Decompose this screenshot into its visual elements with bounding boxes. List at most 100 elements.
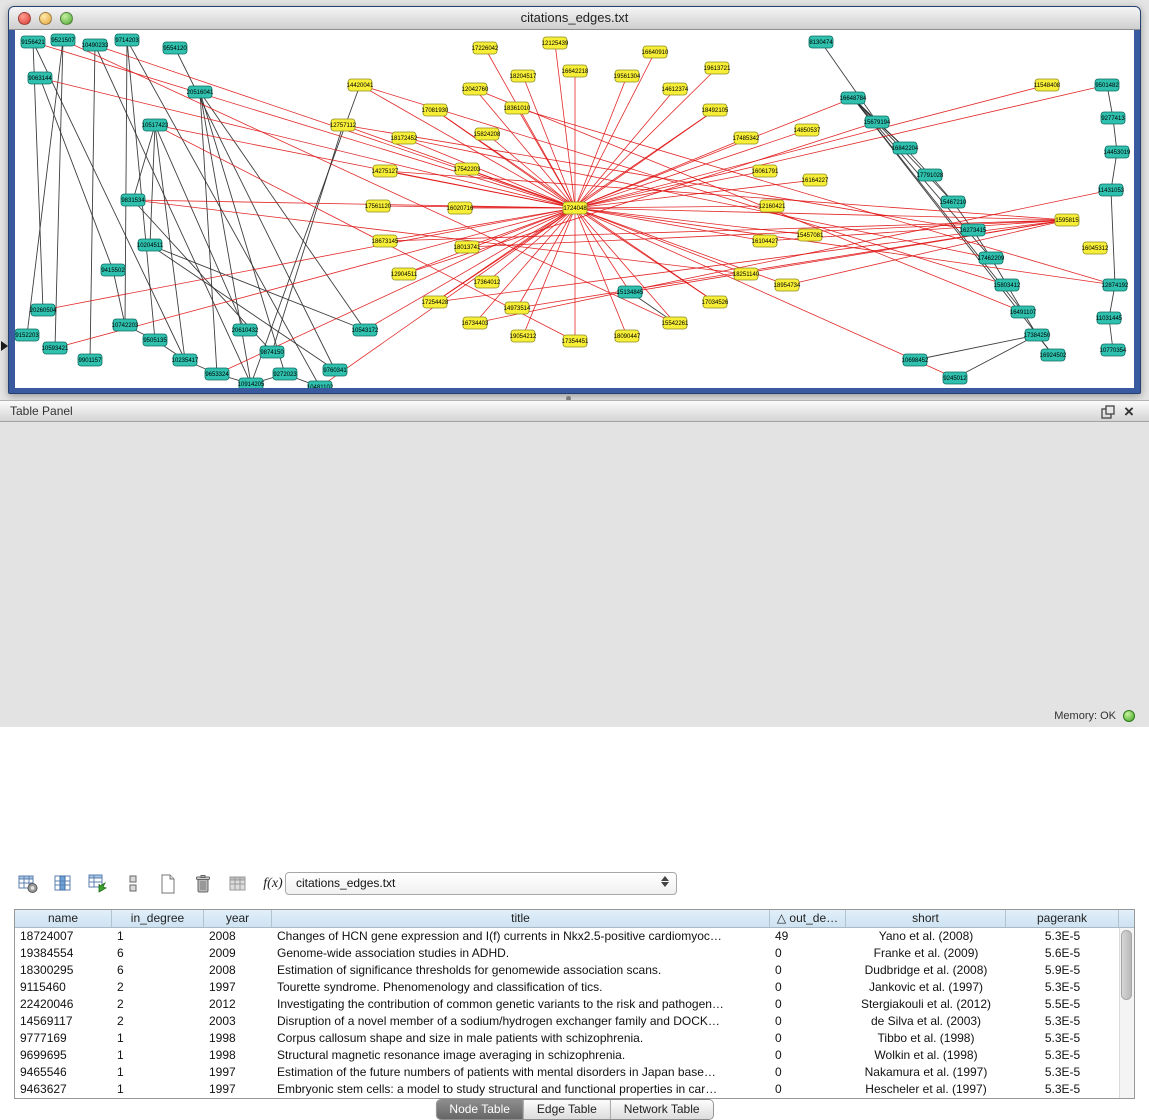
- network-node[interactable]: 20516041: [187, 86, 214, 98]
- cell-pagerank[interactable]: 5.6E-5: [1006, 945, 1119, 962]
- network-node[interactable]: 17081930: [422, 104, 449, 116]
- cell-short[interactable]: Stergiakouli et al. (2012): [846, 996, 1006, 1013]
- network-node[interactable]: 9554120: [163, 42, 187, 54]
- network-node[interactable]: 17254428: [422, 296, 449, 308]
- network-node[interactable]: 17034526: [702, 296, 729, 308]
- network-node[interactable]: 12160421: [759, 200, 786, 212]
- cell-short[interactable]: Wolkin et al. (1998): [846, 1047, 1006, 1064]
- network-node[interactable]: 9063144: [28, 72, 52, 84]
- cell-pagerank[interactable]: 5.5E-5: [1006, 996, 1119, 1013]
- network-node[interactable]: 9277413: [1101, 112, 1125, 124]
- cell-in_degree[interactable]: 6: [112, 962, 204, 979]
- network-node[interactable]: 15679194: [864, 116, 891, 128]
- cell-out_degree[interactable]: 0: [770, 996, 846, 1013]
- network-node[interactable]: 17462209: [978, 252, 1005, 264]
- network-node[interactable]: 15467210: [940, 196, 967, 208]
- network-node[interactable]: 9831534: [121, 194, 145, 206]
- network-node[interactable]: 10204511: [137, 239, 164, 251]
- network-node[interactable]: 17485342: [733, 132, 760, 144]
- network-node[interactable]: 11031445: [1096, 312, 1123, 324]
- cell-year[interactable]: 2008: [204, 928, 272, 945]
- table-selector-dropdown[interactable]: citations_edges.txt: [285, 872, 677, 895]
- network-node[interactable]: 10490233: [82, 39, 109, 51]
- network-node[interactable]: 18090447: [614, 330, 641, 342]
- network-node[interactable]: 18172452: [391, 132, 418, 144]
- network-node[interactable]: 11548408: [1034, 79, 1061, 91]
- network-node[interactable]: 12874192: [1102, 279, 1129, 291]
- network-node[interactable]: 20260504: [30, 304, 57, 316]
- cell-year[interactable]: 1997: [204, 1064, 272, 1081]
- network-node[interactable]: 15824208: [474, 128, 501, 140]
- network-node[interactable]: 16842204: [892, 142, 919, 154]
- network-node[interactable]: 14275127: [372, 165, 399, 177]
- network-node[interactable]: 16924502: [1040, 349, 1067, 361]
- cell-name[interactable]: 14569117: [15, 1013, 112, 1030]
- table-row[interactable]: 1830029562008Estimation of significance …: [15, 962, 1134, 979]
- cell-name[interactable]: 9777169: [15, 1030, 112, 1047]
- table-row[interactable]: 2242004622012Investigating the contribut…: [15, 996, 1134, 1013]
- memory-indicator-icon[interactable]: [1123, 710, 1135, 722]
- cell-year[interactable]: 2012: [204, 996, 272, 1013]
- network-node[interactable]: 16734403: [462, 317, 489, 329]
- column-header-name[interactable]: name: [15, 910, 112, 927]
- table-settings-icon[interactable]: [16, 872, 40, 896]
- network-node[interactable]: 10235417: [172, 354, 199, 366]
- network-node[interactable]: 19613721: [704, 62, 731, 74]
- cell-name[interactable]: 18724007: [15, 928, 112, 945]
- network-node[interactable]: 9521507: [51, 34, 75, 46]
- tab-edge-table[interactable]: Edge Table: [523, 1100, 610, 1119]
- cell-in_degree[interactable]: 2: [112, 979, 204, 996]
- network-node[interactable]: 14612374: [662, 83, 689, 95]
- network-node[interactable]: 16640910: [642, 46, 669, 58]
- cell-short[interactable]: Franke et al. (2009): [846, 945, 1006, 962]
- float-panel-icon[interactable]: [1101, 405, 1115, 419]
- function-builder-icon[interactable]: f(x): [261, 872, 285, 896]
- table-scrollbar[interactable]: [1119, 928, 1134, 1098]
- network-node[interactable]: 18954734: [774, 279, 801, 291]
- cell-in_degree[interactable]: 2: [112, 996, 204, 1013]
- cell-title[interactable]: Structural magnetic resonance image aver…: [272, 1047, 770, 1064]
- network-node[interactable]: 15134845: [617, 286, 644, 298]
- cell-short[interactable]: Hescheler et al. (1997): [846, 1081, 1006, 1098]
- network-node[interactable]: 8130474: [809, 36, 833, 48]
- network-node[interactable]: 18251140: [733, 268, 760, 280]
- network-node[interactable]: 18492105: [702, 104, 729, 116]
- cell-in_degree[interactable]: 1: [112, 1047, 204, 1064]
- network-node[interactable]: 15457081: [797, 229, 824, 241]
- cell-out_degree[interactable]: 0: [770, 1030, 846, 1047]
- network-node[interactable]: 9272023: [273, 368, 297, 380]
- network-node[interactable]: 16104427: [752, 235, 779, 247]
- cell-out_degree[interactable]: 49: [770, 928, 846, 945]
- cell-short[interactable]: Jankovic et al. (1997): [846, 979, 1006, 996]
- network-node[interactable]: 17561120: [365, 200, 392, 212]
- network-node[interactable]: 19054212: [510, 330, 537, 342]
- cell-title[interactable]: Estimation of the future numbers of pati…: [272, 1064, 770, 1081]
- cell-out_degree[interactable]: 0: [770, 1013, 846, 1030]
- cell-pagerank[interactable]: 5.3E-5: [1006, 1064, 1119, 1081]
- network-node[interactable]: 20610432: [232, 324, 259, 336]
- table-row[interactable]: 1938455462009Genome-wide association stu…: [15, 945, 1134, 962]
- cell-title[interactable]: Estimation of significance thresholds fo…: [272, 962, 770, 979]
- cell-title[interactable]: Disruption of a novel member of a sodium…: [272, 1013, 770, 1030]
- network-graph[interactable]: 1724048121604211606179117485342184921051…: [15, 30, 1134, 388]
- cell-out_degree[interactable]: 0: [770, 1064, 846, 1081]
- network-node[interactable]: 18673145: [372, 235, 399, 247]
- cell-out_degree[interactable]: 0: [770, 979, 846, 996]
- cell-in_degree[interactable]: 2: [112, 1013, 204, 1030]
- network-node[interactable]: 16045312: [1082, 242, 1109, 254]
- cell-in_degree[interactable]: 6: [112, 945, 204, 962]
- cell-name[interactable]: 9699695: [15, 1047, 112, 1064]
- network-node[interactable]: 14973514: [504, 302, 531, 314]
- network-node[interactable]: 14420041: [347, 79, 374, 91]
- cell-year[interactable]: 2003: [204, 1013, 272, 1030]
- network-node[interactable]: 17354451: [562, 335, 589, 347]
- cell-year[interactable]: 1998: [204, 1047, 272, 1064]
- column-header-pagerank[interactable]: pagerank: [1006, 910, 1119, 927]
- column-header-short[interactable]: short: [846, 910, 1006, 927]
- network-node[interactable]: 1724048: [563, 202, 587, 214]
- network-node[interactable]: 16648784: [840, 92, 867, 104]
- network-node[interactable]: 14453019: [1104, 146, 1131, 158]
- network-node[interactable]: 9653324: [205, 368, 229, 380]
- cell-short[interactable]: Tibbo et al. (1998): [846, 1030, 1006, 1047]
- cell-name[interactable]: 19384554: [15, 945, 112, 962]
